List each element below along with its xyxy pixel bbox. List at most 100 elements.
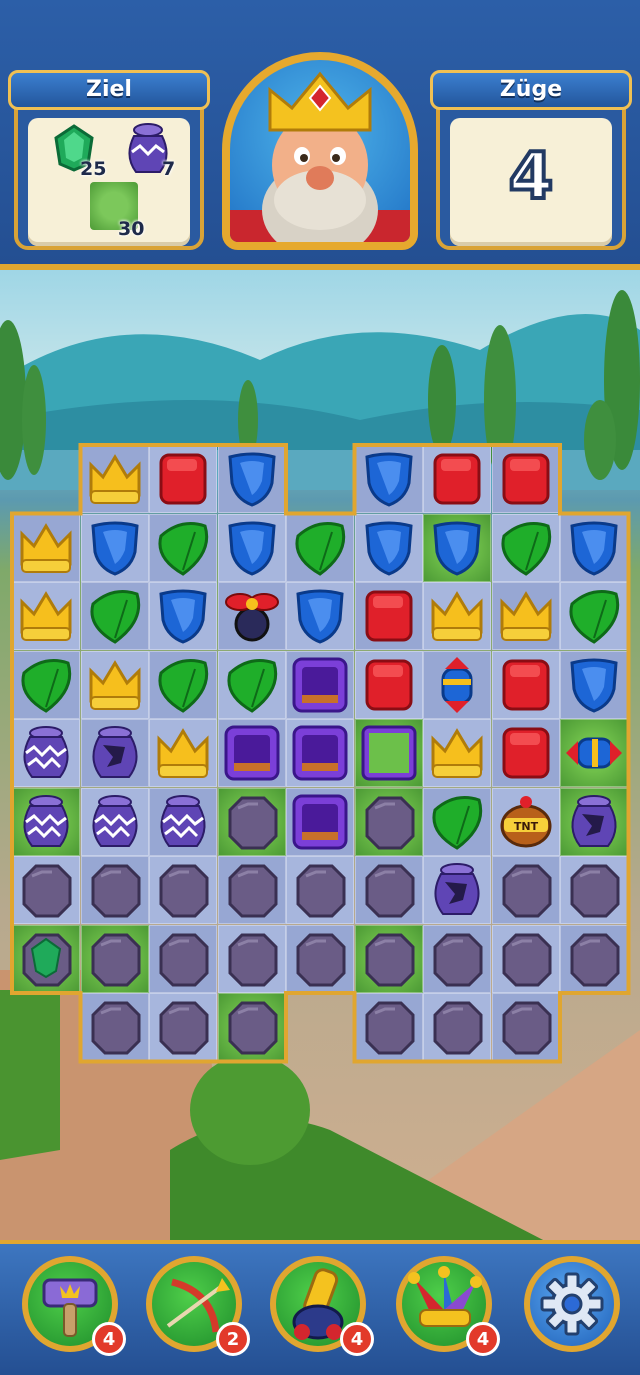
vase-cracked-tile[interactable] [85, 723, 145, 783]
stone-tile[interactable] [496, 860, 556, 920]
stone-tile[interactable] [359, 792, 419, 852]
tnt-tile[interactable]: TNT [496, 792, 556, 852]
leaf-tile[interactable] [290, 518, 350, 578]
stone-tile[interactable] [359, 997, 419, 1057]
hammer-count-badge: 4 [92, 1322, 126, 1356]
shield-tile[interactable] [359, 449, 419, 509]
vase-tile[interactable] [85, 792, 145, 852]
crate-tile[interactable] [222, 723, 282, 783]
crate-tile[interactable] [290, 723, 350, 783]
stone-tile[interactable] [427, 997, 487, 1057]
stone-tile[interactable] [222, 929, 282, 989]
moves-title: Züge [430, 70, 632, 110]
rocket-h-tile[interactable] [564, 723, 624, 783]
vase-tile[interactable] [16, 792, 76, 852]
crown-tile[interactable] [16, 518, 76, 578]
shield-tile[interactable] [222, 449, 282, 509]
shield-tile[interactable] [222, 518, 282, 578]
cannon-booster-button[interactable]: 4 [270, 1256, 374, 1356]
vase-cracked-tile[interactable] [564, 792, 624, 852]
stone-tile[interactable] [359, 860, 419, 920]
book-tile[interactable] [153, 449, 213, 509]
jester-booster-button[interactable]: 4 [396, 1256, 500, 1356]
stone-tile[interactable] [85, 860, 145, 920]
crown-tile[interactable] [16, 586, 76, 646]
svg-text:TNT: TNT [513, 820, 538, 833]
goal-title: Ziel [8, 70, 210, 110]
gear-icon [540, 1272, 604, 1336]
arrow-count-badge: 2 [216, 1322, 250, 1356]
crate-tile[interactable] [290, 655, 350, 715]
crown-tile[interactable] [85, 655, 145, 715]
settings-button[interactable] [524, 1256, 620, 1352]
shield-tile[interactable] [359, 518, 419, 578]
leaf-tile[interactable] [153, 518, 213, 578]
vase-tile[interactable] [16, 723, 76, 783]
king-portrait [222, 52, 418, 250]
vase-cracked-tile[interactable] [427, 860, 487, 920]
emerald-stone-tile[interactable] [16, 929, 76, 989]
book-tile[interactable] [496, 655, 556, 715]
vase-goal-count: 7 [162, 158, 176, 180]
book-tile[interactable] [359, 586, 419, 646]
grass-goal-count: 30 [118, 218, 145, 240]
book-tile[interactable] [359, 655, 419, 715]
stone-tile[interactable] [496, 997, 556, 1057]
shield-tile[interactable] [153, 586, 213, 646]
goal-card: 25 7 30 [28, 118, 190, 246]
stone-tile[interactable] [290, 929, 350, 989]
vase-tile[interactable] [153, 792, 213, 852]
stone-tile[interactable] [16, 860, 76, 920]
stone-tile[interactable] [564, 860, 624, 920]
propeller-tile[interactable] [222, 586, 282, 646]
moves-card: 4 [450, 118, 612, 246]
stone-tile[interactable] [153, 997, 213, 1057]
stone-tile[interactable] [222, 997, 282, 1057]
stone-tile[interactable] [359, 929, 419, 989]
goal-panel: Ziel 25 7 30 [8, 70, 210, 250]
book-tile[interactable] [427, 449, 487, 509]
leaf-tile[interactable] [85, 586, 145, 646]
hammer-booster-button[interactable]: 4 [22, 1256, 126, 1356]
shield-tile[interactable] [427, 518, 487, 578]
stone-tile[interactable] [564, 929, 624, 989]
crate-tile[interactable] [290, 792, 350, 852]
arrow-booster-button[interactable]: 2 [146, 1256, 250, 1356]
stone-tile[interactable] [153, 929, 213, 989]
shield-tile[interactable] [290, 586, 350, 646]
book-tile[interactable] [496, 449, 556, 509]
stone-tile[interactable] [427, 929, 487, 989]
moves-panel: Züge 4 [430, 70, 632, 250]
book-tile[interactable] [496, 723, 556, 783]
leaf-tile[interactable] [564, 586, 624, 646]
moves-counter: 4 [507, 138, 556, 216]
crown-tile[interactable] [496, 586, 556, 646]
leaf-tile[interactable] [16, 655, 76, 715]
leaf-tile[interactable] [222, 655, 282, 715]
shield-tile[interactable] [85, 518, 145, 578]
cannon-count-badge: 4 [340, 1322, 374, 1356]
shield-tile[interactable] [564, 518, 624, 578]
stone-tile[interactable] [290, 860, 350, 920]
rocket-tile[interactable] [427, 655, 487, 715]
stone-tile[interactable] [222, 860, 282, 920]
jester-count-badge: 4 [466, 1322, 500, 1356]
stone-tile[interactable] [153, 860, 213, 920]
grass-tile[interactable] [359, 723, 419, 783]
stone-tile[interactable] [222, 792, 282, 852]
leaf-tile[interactable] [153, 655, 213, 715]
booster-bar: 4 2 4 4 [0, 1240, 640, 1375]
stone-tile[interactable] [496, 929, 556, 989]
shield-tile[interactable] [564, 655, 624, 715]
stone-tile[interactable] [85, 929, 145, 989]
stone-tile[interactable] [85, 997, 145, 1057]
crown-tile[interactable] [427, 723, 487, 783]
crown-tile[interactable] [427, 586, 487, 646]
emerald-goal-count: 25 [80, 158, 107, 180]
leaf-tile[interactable] [496, 518, 556, 578]
crown-tile[interactable] [85, 449, 145, 509]
king-avatar [230, 71, 410, 242]
crown-tile[interactable] [153, 723, 213, 783]
header: Ziel 25 7 30 Züge 4 [0, 0, 640, 270]
leaf-tile[interactable] [427, 792, 487, 852]
